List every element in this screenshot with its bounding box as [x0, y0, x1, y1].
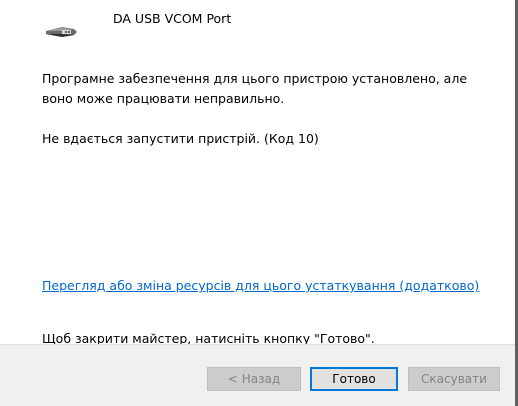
finish-button[interactable]: Готово [310, 367, 398, 391]
status-message: Програмне забезпечення для цього пристро… [42, 71, 468, 106]
error-message: Не вдається запустити пристрій. (Код 10) [42, 131, 319, 146]
back-button[interactable]: < Назад [207, 367, 301, 391]
usb-connector-icon [44, 22, 80, 42]
cancel-button[interactable]: Скасувати [408, 367, 500, 391]
wizard-window: DA USB VCOM Port Програмне забезпечення … [0, 0, 518, 406]
device-name: DA USB VCOM Port [113, 11, 232, 26]
wizard-content: DA USB VCOM Port Програмне забезпечення … [0, 0, 512, 346]
button-bar: < Назад Готово Скасувати [0, 344, 515, 406]
resources-link[interactable]: Перегляд або зміна ресурсів для цього ус… [42, 277, 482, 295]
